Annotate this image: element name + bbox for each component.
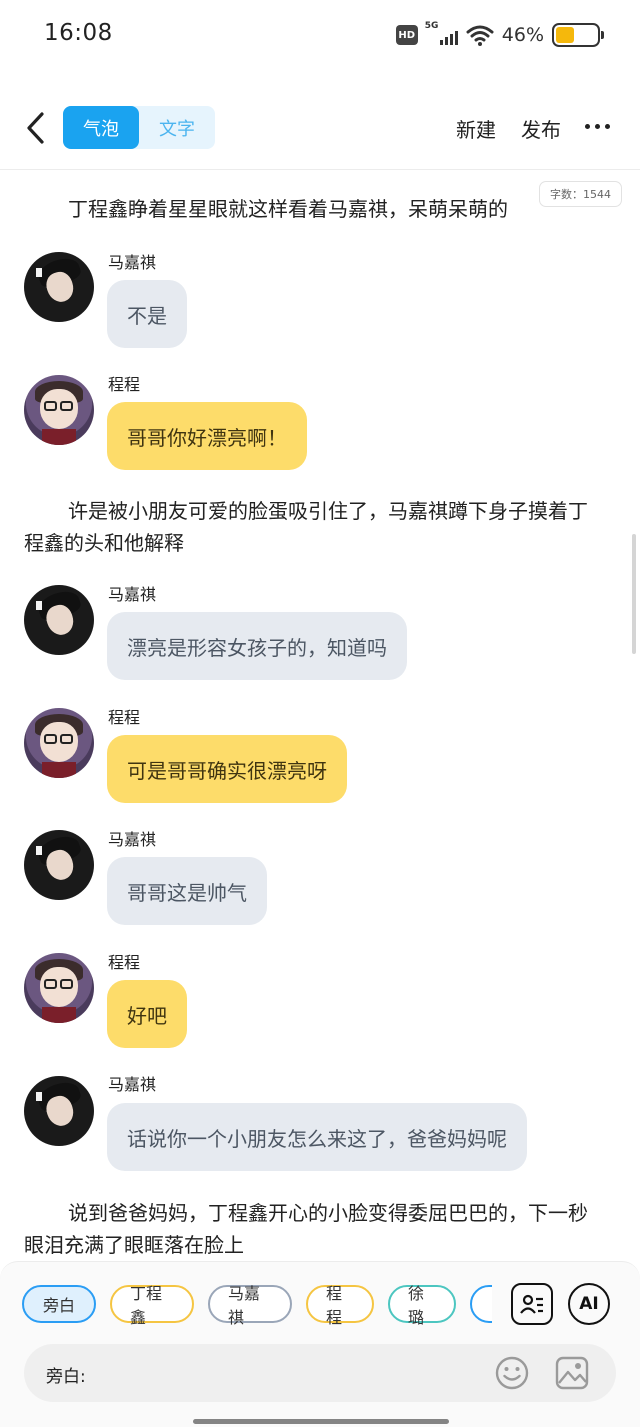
speaker-name: 马嘉祺	[108, 253, 157, 272]
message-bubble[interactable]: 话说你一个小朋友怎么来这了，爸爸妈妈呢	[107, 1103, 527, 1171]
wifi-icon	[466, 24, 494, 46]
avatar[interactable]	[24, 252, 94, 322]
status-bar: 16:08 HD 5G 46%	[0, 0, 640, 70]
tab-bubble[interactable]: 气泡	[63, 106, 139, 149]
more-button[interactable]	[585, 124, 610, 129]
input-role-label: 旁白:	[46, 1367, 86, 1387]
avatar[interactable]	[24, 585, 94, 655]
ai-button[interactable]: AI	[568, 1283, 610, 1325]
image-icon	[555, 1356, 589, 1390]
message-bubble[interactable]: 不是	[107, 280, 187, 348]
narration-paragraph[interactable]: 丁程鑫睁着星星眼就这样看着马嘉祺，呆萌呆萌的	[24, 193, 604, 225]
status-time: 16:08	[44, 20, 113, 46]
chevron-left-icon	[27, 112, 44, 144]
home-indicator	[193, 1419, 449, 1424]
story-content[interactable]: 字数：1544 丁程鑫睁着星星眼就这样看着马嘉祺，呆萌呆萌的 马嘉祺 不是 程程…	[0, 171, 640, 1261]
message-bubble[interactable]: 哥哥你好漂亮啊！	[107, 402, 307, 470]
avatar[interactable]	[24, 1076, 94, 1146]
battery-percent: 46%	[501, 24, 544, 46]
publish-button[interactable]: 发布	[521, 114, 561, 143]
avatar[interactable]	[24, 830, 94, 900]
role-selector: 旁白 丁程鑫 马嘉祺 程程 徐璐	[22, 1285, 492, 1325]
word-count-badge: 字数：1544	[539, 181, 622, 207]
hd-icon: HD	[395, 25, 418, 45]
role-chip-narrator[interactable]: 旁白	[22, 1285, 96, 1323]
message-bubble[interactable]: 漂亮是形容女孩子的，知道吗	[107, 612, 407, 680]
mode-switch: 气泡 文字	[63, 106, 215, 149]
emoji-icon	[495, 1356, 529, 1390]
role-chip-partial[interactable]	[470, 1285, 492, 1323]
message-bubble[interactable]: 哥哥这是帅气	[107, 857, 267, 925]
back-button[interactable]	[18, 108, 52, 148]
input-panel: 旁白 丁程鑫 马嘉祺 程程 徐璐 AI 旁白:	[0, 1261, 640, 1427]
role-manage-button[interactable]	[511, 1283, 553, 1325]
narration-paragraph[interactable]: 说到爸爸妈妈，丁程鑫开心的小脸变得委屈巴巴的，下一秒眼泪充满了眼眶落在脸上	[24, 1197, 604, 1261]
speaker-name: 程程	[108, 375, 141, 394]
role-card-icon	[520, 1294, 543, 1314]
message-bubble[interactable]: 可是哥哥确实很漂亮呀	[107, 735, 347, 803]
speaker-name: 程程	[108, 953, 141, 972]
message-input[interactable]: 旁白:	[24, 1344, 616, 1402]
status-icons: HD 5G 46%	[395, 21, 604, 48]
speaker-name: 马嘉祺	[108, 830, 157, 849]
battery-icon	[552, 23, 604, 47]
role-chip[interactable]: 徐璐	[388, 1285, 456, 1325]
scrollbar[interactable]	[632, 534, 636, 654]
role-chip[interactable]: 马嘉祺	[208, 1285, 292, 1325]
speaker-name: 马嘉祺	[108, 585, 157, 604]
avatar[interactable]	[24, 953, 94, 1023]
editor-header: 气泡 文字 新建 发布	[0, 86, 640, 170]
image-button[interactable]	[554, 1355, 590, 1391]
role-chip[interactable]: 程程	[306, 1285, 374, 1325]
message-bubble[interactable]: 好吧	[107, 980, 187, 1048]
emoji-button[interactable]	[494, 1355, 530, 1391]
avatar[interactable]	[24, 375, 94, 445]
cellular-signal-icon: 5G	[425, 21, 458, 45]
role-chip[interactable]: 丁程鑫	[110, 1285, 194, 1325]
avatar[interactable]	[24, 708, 94, 778]
new-button[interactable]: 新建	[456, 114, 496, 143]
network-type: 5G	[424, 21, 439, 31]
tab-text[interactable]: 文字	[139, 106, 215, 149]
speaker-name: 马嘉祺	[108, 1075, 157, 1094]
more-horizontal-icon	[585, 124, 590, 129]
speaker-name: 程程	[108, 708, 141, 727]
narration-paragraph[interactable]: 许是被小朋友可爱的脸蛋吸引住了，马嘉祺蹲下身子摸着丁程鑫的头和他解释	[24, 495, 604, 559]
